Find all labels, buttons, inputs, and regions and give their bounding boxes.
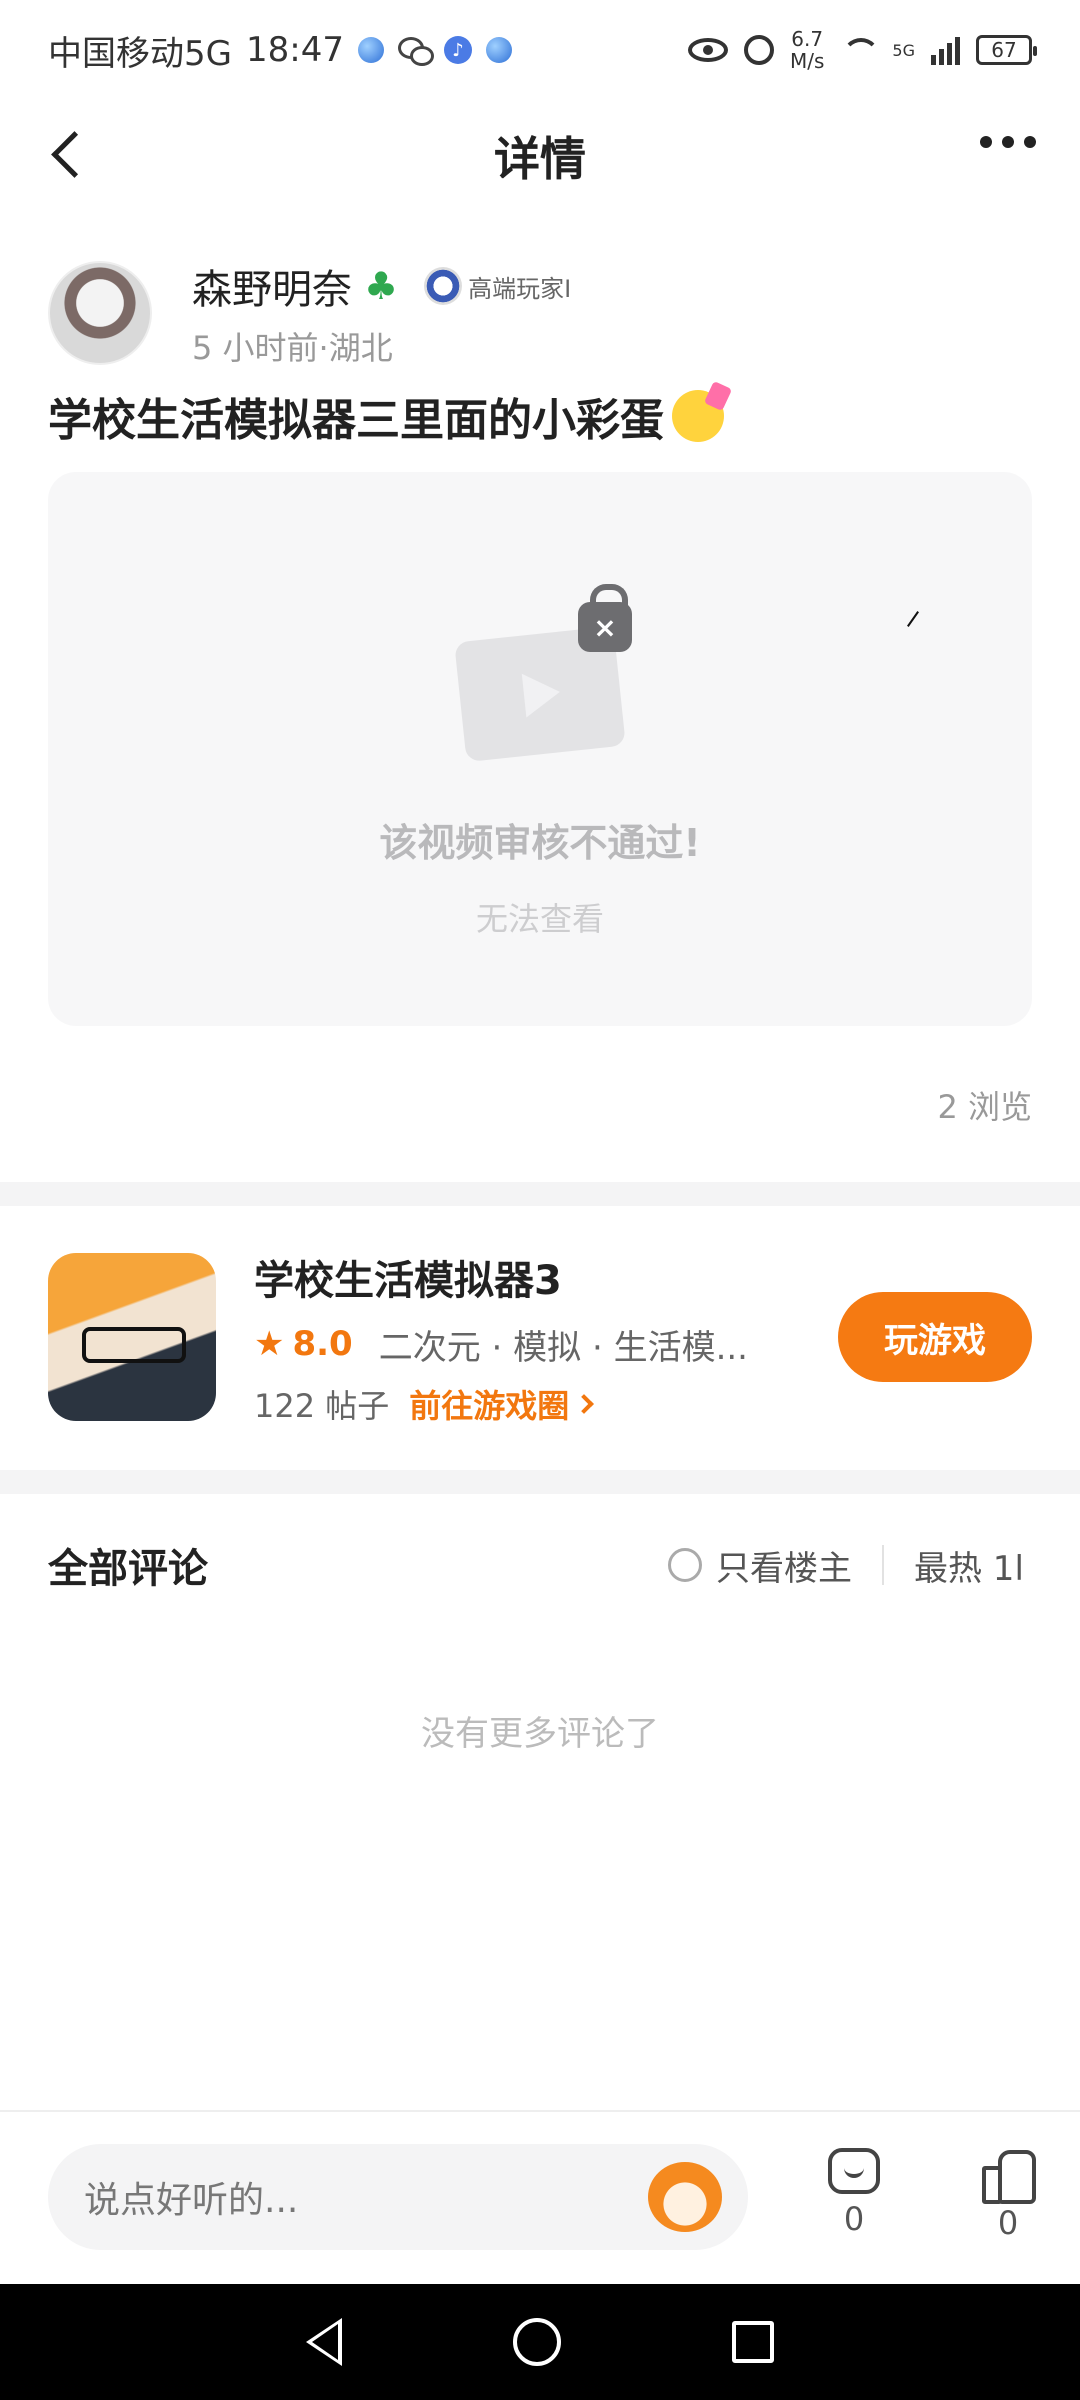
speed-unit: M/s [790,49,825,73]
comment-action[interactable]: 0 [814,2148,894,2238]
like-action[interactable]: 0 [968,2148,1048,2242]
more-dot-icon [1024,136,1036,148]
divider [882,1545,884,1585]
badge-label: 高端玩家I [468,274,572,303]
only-op-toggle[interactable]: 只看楼主 [668,1541,852,1590]
lock-icon: × [578,584,632,652]
network-type: 5G [892,40,915,60]
chevron-right-icon [574,1393,595,1414]
goto-game-circle-label: 前往游戏圈 [409,1386,570,1425]
comment-input-placeholder: 说点好听的... [84,2180,299,2221]
game-info: 学校生活模拟器3 ★ 8.0 二次元 · 模拟 · 生活模... 122 帖子 … [254,1248,838,1427]
star-icon: ★ [254,1324,285,1364]
game-rating-row: ★ 8.0 二次元 · 模拟 · 生活模... [254,1320,838,1369]
clover-icon: ♣ [364,264,399,308]
comment-input[interactable]: 说点好听的... [48,2144,748,2250]
section-divider [0,1182,1080,1206]
comment-count: 0 [843,2200,865,2238]
game-card[interactable]: 学校生活模拟器3 ★ 8.0 二次元 · 模拟 · 生活模... 122 帖子 … [48,1252,1032,1425]
post-title: 学校生活模拟器三里面的小彩蛋 [48,395,664,446]
badge-icon [424,267,463,305]
game-meta-row: 122 帖子 前往游戏圈 [254,1381,838,1427]
music-icon: ♪ [443,36,472,64]
game-rating: 8.0 [292,1324,353,1364]
mascot-emoji-icon[interactable] [648,2162,722,2232]
wechat-icon [397,37,434,66]
battery-icon: 67 [976,35,1037,65]
system-nav-bar [0,2284,1080,2400]
play-game-button[interactable]: 玩游戏 [838,1292,1032,1382]
player-badge[interactable]: 高端玩家I [424,267,571,305]
video-review-submessage: 无法查看 [475,900,604,938]
sort-selector[interactable]: 最热 1l [914,1541,1032,1590]
status-bar: 中国移动5G 18:47 ♪ 6.7 M/s 5G 67 [0,0,1080,100]
nav-back-icon[interactable] [305,2318,342,2366]
only-op-label: 只看楼主 [716,1548,852,1589]
battery-level: 67 [991,38,1017,62]
speed-value: 6.7 [791,27,824,51]
signal-icon [931,35,960,65]
status-left: 中国移动5G 18:47 ♪ [48,26,512,75]
author-info: 森野明奈 ♣ 高端玩家I 5 小时前·湖北 [192,257,571,369]
no-more-comments: 没有更多评论了 [421,1714,659,1754]
video-blocked-placeholder: × 该视频审核不通过! 无法查看 [48,472,1032,1026]
browser-icon-2 [485,37,512,63]
game-post-count: 122 帖子 [254,1386,390,1425]
game-icon[interactable] [48,1253,216,1421]
bottom-action-bar: 说点好听的... 0 0 [0,2110,1080,2284]
carrier-label: 中国移动5G [48,33,232,74]
page-title: 详情 [494,132,586,186]
thumbs-up-icon [982,2148,1036,2204]
more-dot-icon [1002,136,1014,148]
network-speed: 6.7 M/s [790,28,824,72]
goto-game-circle-link[interactable]: 前往游戏圈 [409,1381,595,1427]
like-count: 0 [997,2204,1019,2242]
nav-recents-icon[interactable] [732,2321,775,2363]
post-meta: 5 小时前·湖北 [192,329,393,367]
stray-mark [907,611,919,627]
clock: 18:47 [245,30,344,70]
comments-header: 全部评论 只看楼主 最热 1l [48,1530,1032,1600]
more-options-button[interactable] [980,136,1036,148]
more-dot-icon [980,136,992,148]
author-name[interactable]: 森野明奈 [192,257,352,315]
wifi-icon [840,36,881,64]
eye-icon [688,38,728,62]
view-count: 2 浏览 [937,1088,1032,1126]
game-title[interactable]: 学校生活模拟器3 [254,1248,838,1306]
post-title-row: 学校生活模拟器三里面的小彩蛋 [48,384,724,448]
party-face-icon [672,390,724,442]
comments-title: 全部评论 [48,1546,208,1592]
author-avatar[interactable] [48,261,152,365]
author-name-row: 森野明奈 ♣ 高端玩家I [192,257,571,315]
header: 详情 [0,100,1080,212]
browser-icon [357,37,384,63]
radio-icon[interactable] [668,1548,702,1582]
nav-home-icon[interactable] [512,2318,561,2366]
alarm-icon [744,35,774,65]
author-row: 森野明奈 ♣ 高端玩家I 5 小时前·湖北 [48,258,1032,368]
video-review-message: 该视频审核不通过! [379,821,701,865]
back-button[interactable] [44,130,94,180]
status-right: 6.7 M/s 5G 67 [688,28,1037,72]
comment-icon [828,2148,880,2194]
section-divider [0,1470,1080,1494]
game-tags: 二次元 · 模拟 · 生活模... [378,1327,748,1368]
